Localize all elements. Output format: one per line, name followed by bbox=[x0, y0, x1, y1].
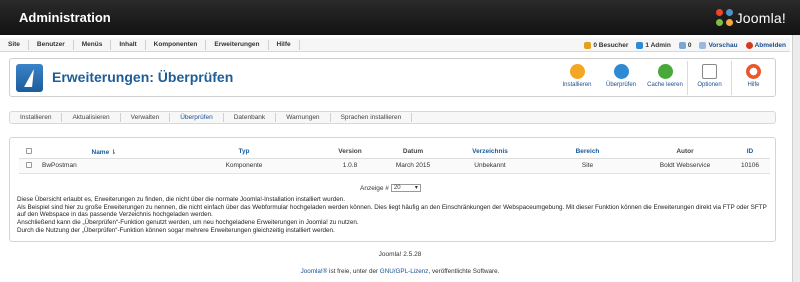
page-header: Erweiterungen: Überprüfen Installieren Ü… bbox=[9, 58, 776, 97]
admins-status: 1 Admin bbox=[636, 41, 671, 49]
description-line: Anschließend kann die „Überprüfen“-Funkt… bbox=[17, 219, 359, 227]
footer-version: Joomla! 2.5.28 bbox=[378, 251, 422, 258]
description-line: Als Beispiel sind hier zu große Erweiter… bbox=[17, 203, 767, 219]
select-all-header bbox=[19, 146, 39, 159]
author-column-header: Autor bbox=[640, 146, 730, 159]
menu-components[interactable]: Komponenten bbox=[146, 39, 207, 50]
table-row: BwPostman Komponente 1.0.8 March 2015 Un… bbox=[19, 158, 770, 174]
install-button[interactable]: Installieren bbox=[555, 61, 599, 95]
name-column-header[interactable]: Name ⇂ bbox=[39, 146, 169, 159]
gpl-license-link[interactable]: GNU/GPL-Lizenz bbox=[380, 268, 429, 275]
joomla-logo: Joomla! bbox=[715, 9, 786, 26]
vertical-scrollbar[interactable] bbox=[792, 35, 800, 282]
options-button[interactable]: Optionen bbox=[687, 61, 731, 95]
extension-id: 10106 bbox=[730, 158, 770, 174]
preview-icon bbox=[699, 41, 707, 49]
status-bar: 0 Besucher 1 Admin 0 Vorschau Abmelden bbox=[584, 38, 786, 52]
version-column-header: Version bbox=[319, 146, 381, 159]
footer-license: Joomla!® ist freie, unter der GNU/GPL-Li… bbox=[300, 268, 500, 275]
tab-install[interactable]: Installieren bbox=[10, 113, 63, 122]
tab-languages[interactable]: Sprachen installieren bbox=[331, 113, 413, 122]
extension-name: BwPostman bbox=[39, 158, 169, 174]
menu-users[interactable]: Benutzer bbox=[29, 39, 74, 50]
help-button[interactable]: Hilfe bbox=[731, 61, 775, 95]
extensions-table: Name ⇂ Typ Version Datum Verzeichnis Ber… bbox=[19, 146, 770, 174]
joomla-logo-icon bbox=[715, 9, 733, 26]
messages-status[interactable]: 0 bbox=[678, 41, 691, 49]
page-title: Erweiterungen: Überprüfen bbox=[52, 69, 234, 85]
preview-link[interactable]: Vorschau bbox=[699, 41, 738, 49]
discover-description: Diese Übersicht erlaubt es, Erweiterunge… bbox=[17, 196, 767, 235]
tab-discover[interactable]: Überprüfen bbox=[170, 113, 224, 122]
menu-help[interactable]: Hilfe bbox=[269, 39, 300, 50]
discover-panel: Name ⇂ Typ Version Datum Verzeichnis Ber… bbox=[9, 137, 776, 242]
menu-menus[interactable]: Menüs bbox=[74, 39, 112, 50]
power-icon bbox=[745, 41, 753, 49]
tab-manage[interactable]: Verwalten bbox=[121, 113, 171, 122]
list-limit: Anzeige # 20 ▾ bbox=[360, 184, 421, 192]
menu-extensions[interactable]: Erweiterungen bbox=[206, 39, 269, 50]
refresh-icon bbox=[613, 64, 629, 79]
extension-author: Boldt Webservice bbox=[640, 158, 730, 174]
tab-database[interactable]: Datenbank bbox=[224, 113, 277, 122]
description-line: Diese Übersicht erlaubt es, Erweiterunge… bbox=[17, 196, 345, 203]
mail-icon bbox=[678, 41, 686, 49]
description-line: Durch die Nutzung der „Überprüfen“-Funkt… bbox=[17, 226, 335, 234]
joomla-link[interactable]: Joomla!® bbox=[301, 268, 328, 275]
main-menu: Site Benutzer Menüs Inhalt Komponenten E… bbox=[0, 38, 790, 52]
extension-date: March 2015 bbox=[381, 158, 445, 174]
extension-version: 1.0.8 bbox=[319, 158, 381, 174]
id-column-header[interactable]: ID bbox=[730, 146, 770, 159]
row-checkbox[interactable] bbox=[26, 161, 32, 168]
toolbar: Installieren Überprüfen Cache leeren Opt… bbox=[555, 61, 775, 95]
logout-link[interactable]: Abmelden bbox=[745, 41, 786, 49]
check-button[interactable]: Überprüfen bbox=[599, 61, 643, 95]
table-header-row: Name ⇂ Typ Version Datum Verzeichnis Ber… bbox=[19, 146, 770, 159]
type-column-header[interactable]: Typ bbox=[169, 146, 319, 159]
date-column-header: Datum bbox=[381, 146, 445, 159]
visitors-status: 0 Besucher bbox=[584, 41, 628, 49]
cache-icon bbox=[657, 64, 673, 79]
admin-icon bbox=[636, 41, 644, 49]
extension-type: Komponente bbox=[169, 158, 319, 174]
select-all-checkbox[interactable] bbox=[26, 147, 32, 154]
dropdown-arrow-icon: ▾ bbox=[414, 185, 418, 191]
client-column-header[interactable]: Bereich bbox=[535, 146, 640, 159]
install-icon bbox=[569, 64, 585, 79]
row-select-cell bbox=[19, 158, 39, 174]
list-limit-label: Anzeige # bbox=[360, 184, 389, 192]
tab-update[interactable]: Aktualisieren bbox=[62, 113, 121, 122]
options-icon bbox=[702, 64, 717, 79]
menu-site[interactable]: Site bbox=[0, 39, 29, 50]
help-icon bbox=[746, 64, 761, 79]
joomla-logo-text: Joomla! bbox=[735, 9, 786, 26]
clear-cache-button[interactable]: Cache leeren bbox=[643, 61, 687, 95]
list-limit-select[interactable]: 20 ▾ bbox=[390, 184, 421, 192]
extension-folder: Unbekannt bbox=[445, 158, 535, 174]
tab-warnings[interactable]: Warnungen bbox=[276, 113, 331, 122]
menu-content[interactable]: Inhalt bbox=[111, 39, 146, 50]
extension-client: Site bbox=[535, 158, 640, 174]
users-icon bbox=[584, 41, 592, 49]
admin-header: Administration Joomla! bbox=[0, 0, 800, 35]
extensions-icon bbox=[16, 64, 43, 92]
folder-column-header[interactable]: Verzeichnis bbox=[445, 146, 535, 159]
admin-title: Administration bbox=[19, 10, 111, 25]
extension-tabs: Installieren Aktualisieren Verwalten Übe… bbox=[9, 111, 776, 124]
